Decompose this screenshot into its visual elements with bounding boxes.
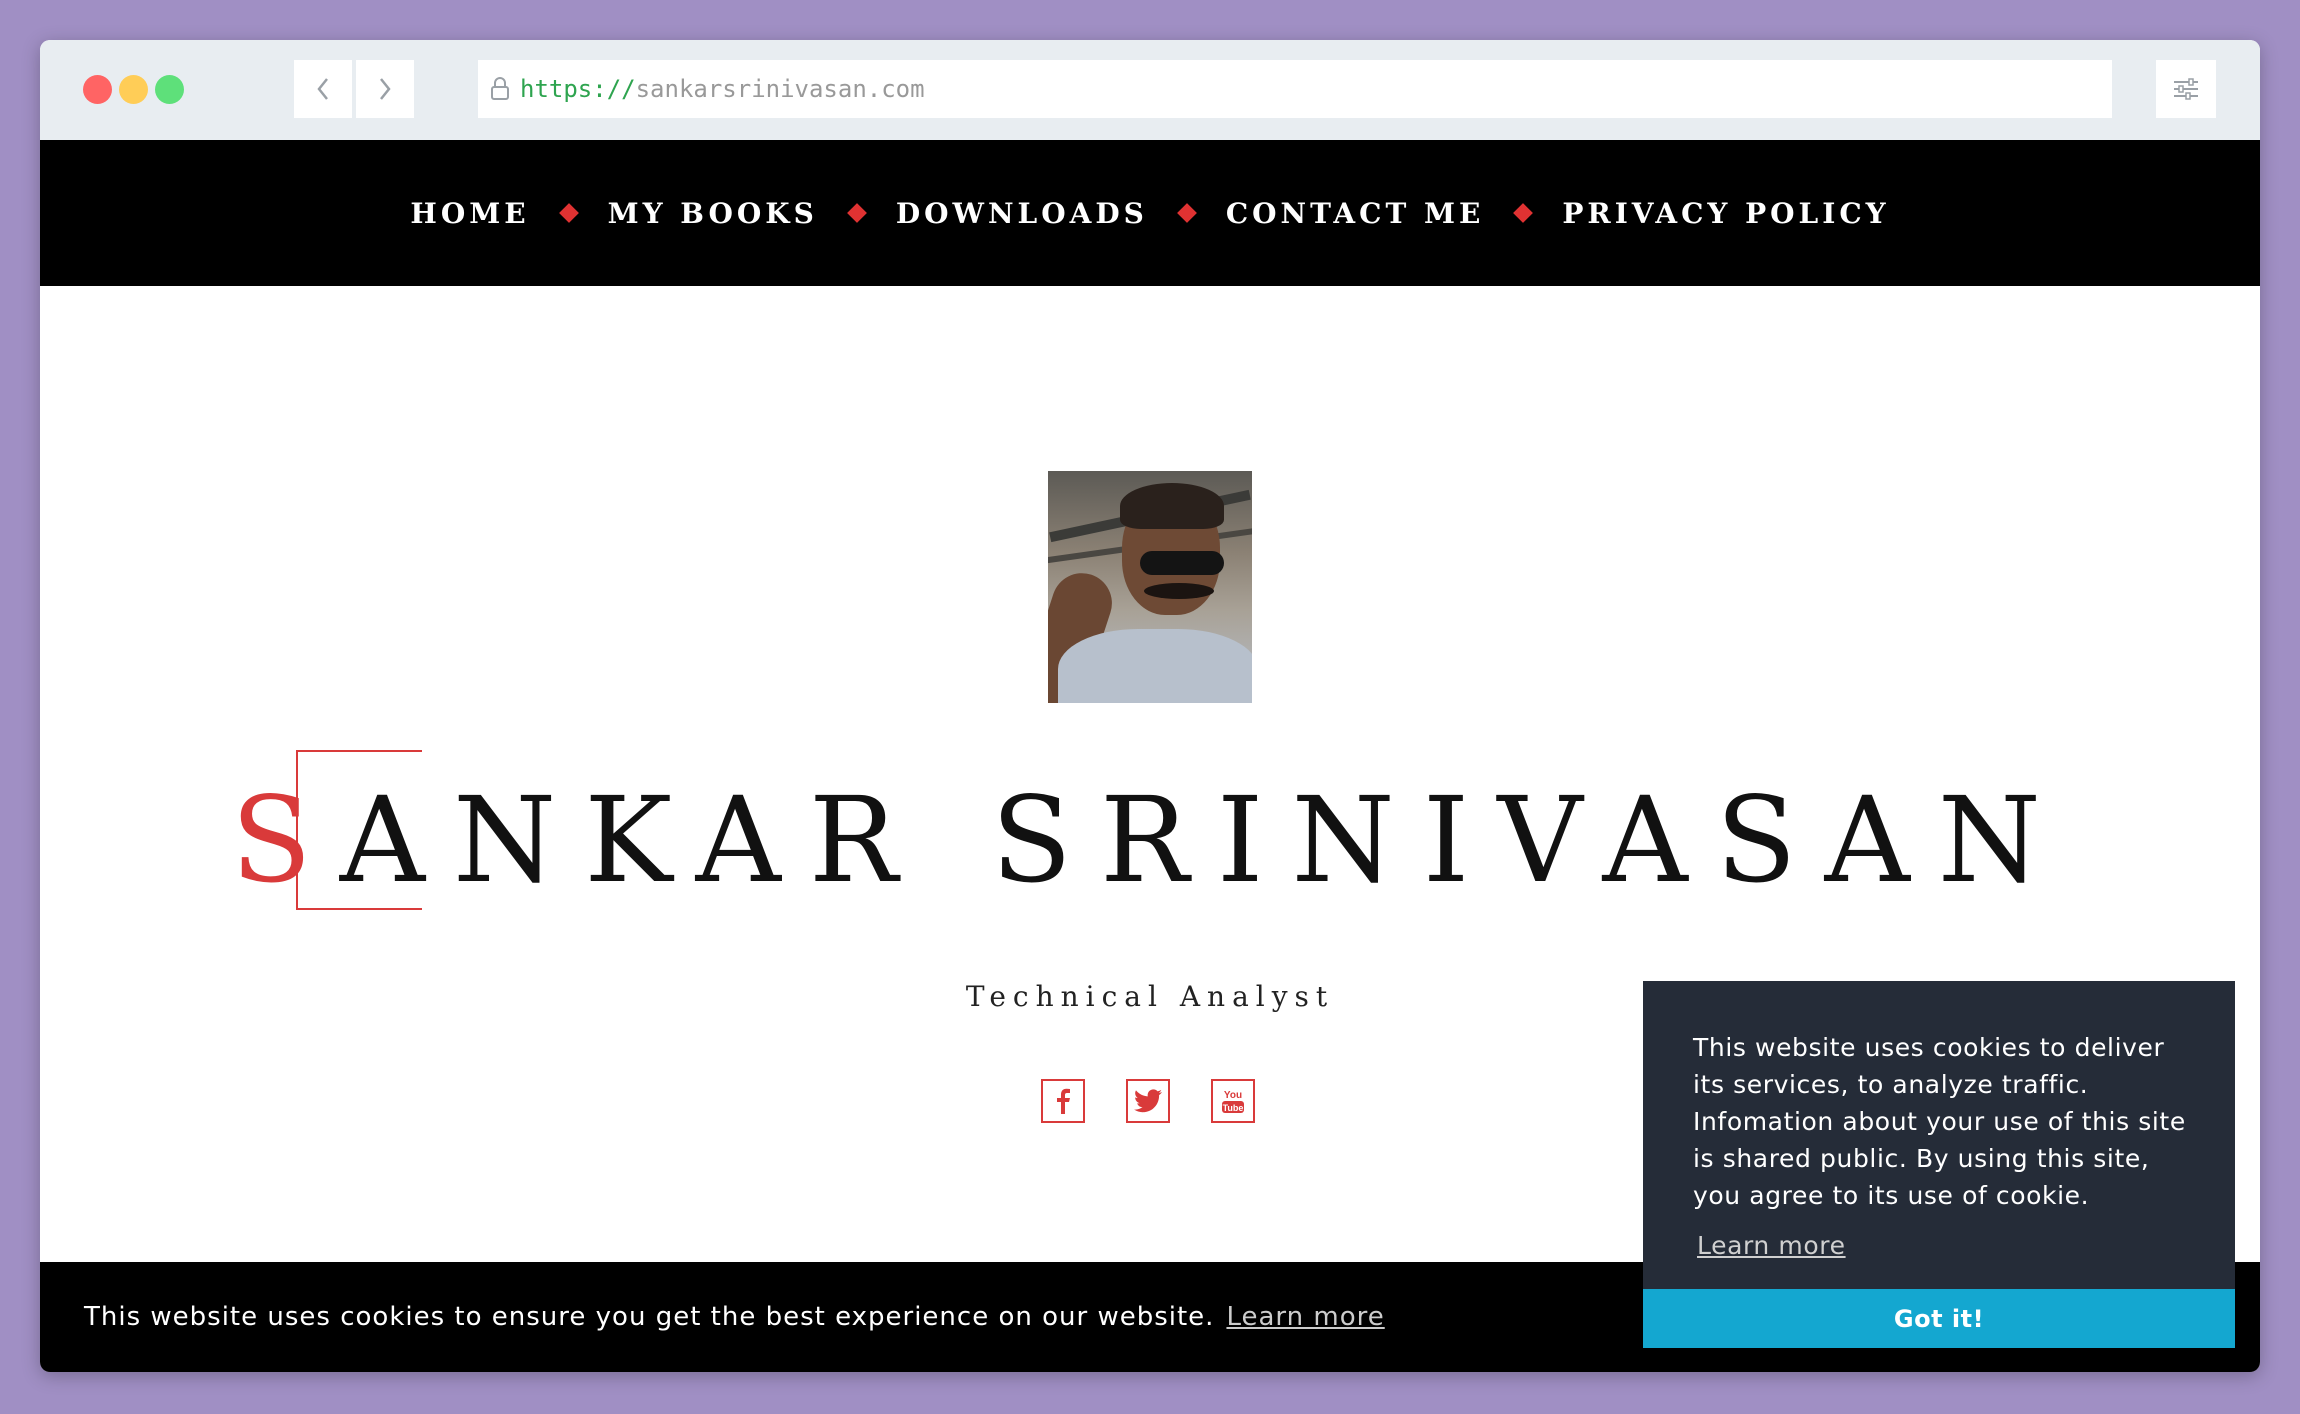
diamond-separator-icon [846,203,867,223]
settings-button[interactable] [2156,60,2216,118]
nav-contact-me[interactable]: CONTACT ME [1226,197,1485,230]
diamond-separator-icon [1513,203,1534,223]
name-rest: ANKAR SRINIVASAN [339,771,2070,909]
minimize-window-button[interactable] [119,75,148,104]
twitter-link[interactable] [1126,1079,1170,1123]
forward-button[interactable] [356,60,414,118]
facebook-link[interactable] [1041,1079,1085,1123]
lock-icon [490,77,510,101]
main-navigation: HOME MY BOOKS DOWNLOADS CONTACT ME PRIVA… [40,140,2260,286]
page-title: SANKAR SRINIVASAN [40,770,2260,910]
chevron-right-icon [380,78,391,100]
maximize-window-button[interactable] [155,75,184,104]
diamond-separator-icon [558,203,579,223]
diamond-separator-icon [1176,203,1197,223]
svg-text:You: You [1224,1090,1242,1101]
cookie-accept-button[interactable]: Got it! [1643,1289,2235,1348]
url-host: sankarsrinivasan.com [635,75,925,103]
profile-photo [1048,471,1252,703]
back-button[interactable] [294,60,352,118]
close-window-button[interactable] [83,75,112,104]
address-bar[interactable]: https://sankarsrinivasan.com [478,60,2112,118]
svg-text:Tube: Tube [1223,1103,1244,1113]
youtube-icon: You Tube [1222,1090,1244,1113]
sliders-icon [2174,78,2198,100]
cookie-banner-message: This website uses cookies to ensure you … [84,1302,1215,1332]
browser-window: https://sankarsrinivasan.com HOME MY BOO… [40,40,2260,1372]
cookie-banner-learn-more-link[interactable]: Learn more [1226,1302,1384,1332]
nav-downloads[interactable]: DOWNLOADS [896,197,1148,230]
chevron-left-icon [317,78,328,100]
nav-my-books[interactable]: MY BOOKS [608,197,818,230]
facebook-icon [1057,1088,1070,1114]
browser-toolbar: https://sankarsrinivasan.com [40,40,2260,140]
cookie-consent-popup: This website uses cookies to deliver its… [1643,981,2235,1348]
cookie-popup-learn-more-link[interactable]: Learn more [1697,1231,1846,1260]
cookie-popup-message: This website uses cookies to deliver its… [1693,1033,2186,1210]
twitter-icon [1134,1089,1162,1113]
nav-home[interactable]: HOME [410,197,529,230]
name-initial: S [230,771,340,909]
nav-privacy-policy[interactable]: PRIVACY POLICY [1562,197,1889,230]
url-scheme: https:// [520,75,636,103]
youtube-link[interactable]: You Tube [1211,1079,1255,1123]
